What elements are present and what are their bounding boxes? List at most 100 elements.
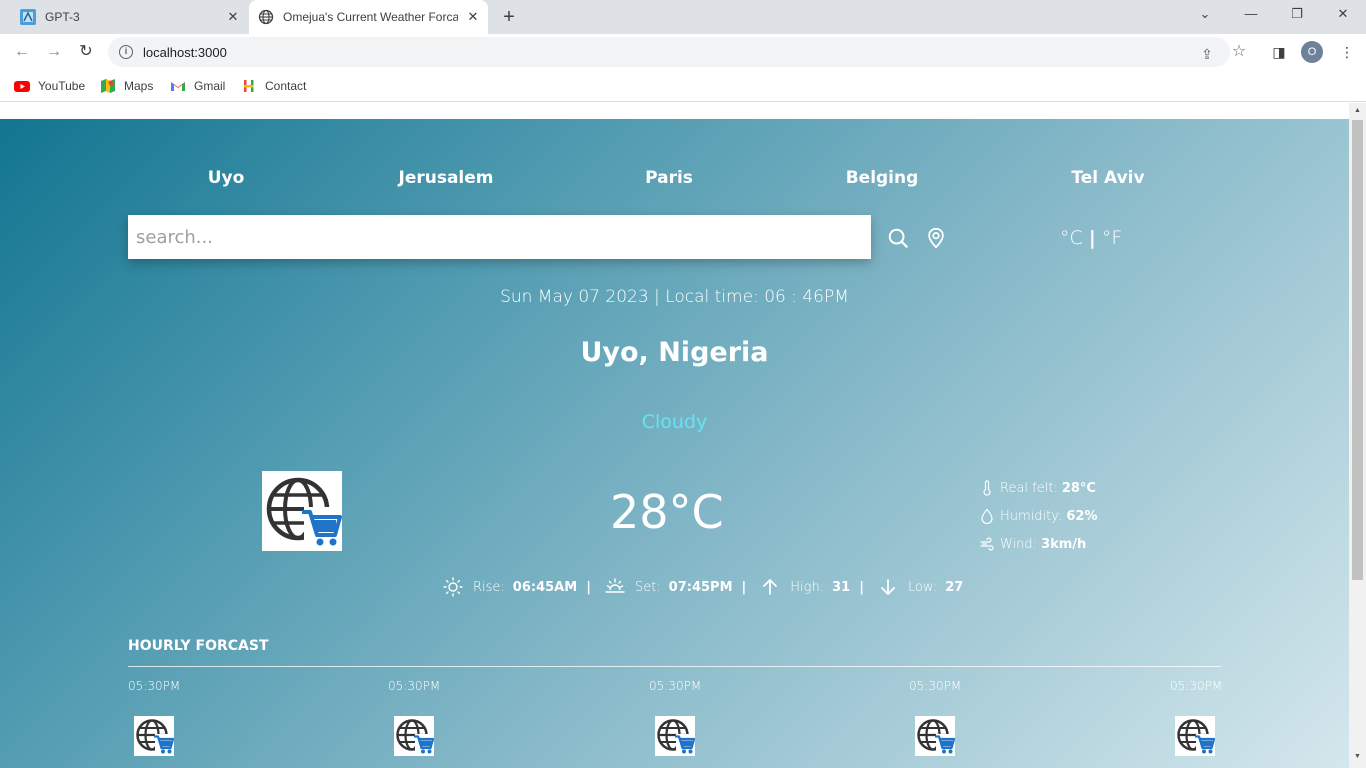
low-value: 27 bbox=[945, 579, 964, 595]
tab-close-icon[interactable]: ✕ bbox=[466, 10, 480, 24]
globe-cart-weather-icon bbox=[262, 471, 342, 551]
hourly-divider bbox=[128, 666, 1221, 667]
bookmark-contact[interactable]: Contact bbox=[241, 76, 306, 96]
minimize-icon[interactable]: — bbox=[1240, 6, 1262, 26]
browser-tab-strip: GPT-3 ✕ Omejua's Current Weather Forcast… bbox=[0, 0, 1366, 34]
current-temperature: 28°C bbox=[610, 485, 724, 539]
hourly-time: 05:30PM bbox=[1170, 679, 1223, 693]
separator: | bbox=[741, 579, 747, 595]
sunset-value: 07:45PM bbox=[668, 579, 733, 595]
gmail-icon bbox=[171, 82, 185, 91]
share-icon[interactable]: ⇪ bbox=[1199, 46, 1215, 62]
scrollbar-thumb[interactable] bbox=[1352, 120, 1363, 580]
contact-icon bbox=[244, 80, 254, 92]
detail-row-humidity: Humidity: 62% bbox=[979, 502, 1098, 530]
city-link-paris[interactable]: Paris bbox=[645, 168, 693, 188]
detail-value: 62% bbox=[1066, 508, 1098, 524]
celsius-button[interactable]: °C bbox=[1060, 227, 1083, 249]
unit-separator: | bbox=[1088, 227, 1096, 249]
detail-value: 3km/h bbox=[1041, 536, 1087, 552]
bookmarks-bar: YouTube Maps Gmail Contact bbox=[0, 70, 1366, 102]
reload-icon[interactable]: ↻ bbox=[76, 42, 96, 62]
detail-row-real-felt: Real felt: 28°C bbox=[979, 474, 1098, 502]
profile-avatar[interactable]: O bbox=[1301, 41, 1323, 63]
hourly-weather-icon bbox=[655, 716, 695, 756]
hourly-time: 05:30PM bbox=[909, 679, 962, 693]
hourly-forecast-title: HOURLY FORCAST bbox=[128, 638, 269, 654]
sunset-label: Set: bbox=[634, 579, 661, 595]
tab-title: Omejua's Current Weather Forcast bbox=[283, 10, 458, 24]
hourly-weather-icon bbox=[394, 716, 434, 756]
tab-gpt3[interactable]: GPT-3 ✕ bbox=[12, 0, 248, 34]
location-title: Uyo, Nigeria bbox=[580, 337, 769, 368]
local-datetime: Sun May 07 2023 | Local time: 06 : 46PM bbox=[500, 287, 849, 307]
weather-condition: Cloudy bbox=[641, 411, 708, 433]
side-panel-icon[interactable]: ◨ bbox=[1271, 44, 1287, 60]
detail-label: Humidity: bbox=[1000, 508, 1063, 524]
detail-label: Real felt: bbox=[1000, 480, 1058, 496]
back-icon[interactable]: ← bbox=[12, 42, 32, 62]
low-label: Low: bbox=[907, 579, 938, 595]
tab-search-chevron-icon[interactable]: ⌄ bbox=[1194, 6, 1216, 26]
bookmark-maps[interactable]: Maps bbox=[100, 76, 153, 96]
window-close-icon[interactable]: ✕ bbox=[1332, 6, 1354, 26]
bookmark-label: YouTube bbox=[38, 79, 86, 93]
bookmark-youtube[interactable]: YouTube bbox=[14, 76, 85, 96]
unit-toggle: °C | °F bbox=[1060, 227, 1122, 249]
maps-icon bbox=[101, 79, 115, 93]
city-link-belging[interactable]: Belging bbox=[846, 168, 919, 188]
wind-icon bbox=[980, 537, 994, 551]
scroll-down-icon[interactable]: ▼ bbox=[1353, 753, 1362, 760]
high-value: 31 bbox=[832, 579, 851, 595]
fahrenheit-button[interactable]: °F bbox=[1102, 227, 1122, 249]
scroll-up-icon[interactable]: ▲ bbox=[1353, 107, 1362, 114]
sun-and-temp-range: Rise: 06:45AM | Set: 07:45PM | High: 31 … bbox=[443, 576, 963, 598]
location-pin-icon[interactable] bbox=[925, 227, 947, 249]
forward-icon[interactable]: → bbox=[44, 42, 64, 62]
hourly-weather-icon bbox=[915, 716, 955, 756]
address-bar: ← → ↻ i localhost:3000 ⇪ ☆ ◨ O ⋮ bbox=[0, 34, 1366, 70]
weather-app: Uyo Jerusalem Paris Belging Tel Aviv °C … bbox=[0, 119, 1349, 768]
gpt3-favicon-icon bbox=[20, 9, 36, 25]
bookmark-label: Maps bbox=[124, 79, 154, 93]
arrow-up-icon bbox=[763, 579, 778, 595]
detail-row-wind: Wind: 3km/h bbox=[979, 530, 1098, 558]
page-scrollbar[interactable]: ▲ ▼ bbox=[1349, 103, 1366, 768]
tab-title: GPT-3 bbox=[45, 10, 80, 24]
high-label: High: bbox=[790, 579, 825, 595]
arrow-down-icon bbox=[881, 579, 895, 595]
tab-close-icon[interactable]: ✕ bbox=[226, 10, 240, 24]
url-text[interactable]: localhost:3000 bbox=[143, 45, 227, 60]
hourly-time: 05:30PM bbox=[388, 679, 441, 693]
bookmark-star-icon[interactable]: ☆ bbox=[1231, 44, 1247, 60]
search-input[interactable] bbox=[128, 215, 871, 259]
thermometer-icon bbox=[983, 480, 991, 496]
detail-label: Wind: bbox=[1000, 536, 1038, 552]
tab-weather[interactable]: Omejua's Current Weather Forcast ✕ bbox=[249, 0, 488, 34]
city-link-uyo[interactable]: Uyo bbox=[208, 168, 245, 188]
detail-value: 28°C bbox=[1061, 480, 1096, 496]
sunrise-label: Rise: bbox=[473, 579, 505, 595]
search-icon[interactable] bbox=[887, 227, 909, 249]
city-link-jerusalem[interactable]: Jerusalem bbox=[398, 168, 493, 188]
sunset-icon bbox=[605, 578, 625, 593]
sunrise-icon bbox=[443, 577, 463, 597]
hourly-time: 05:30PM bbox=[649, 679, 702, 693]
separator: | bbox=[586, 579, 591, 595]
bookmark-label: Gmail bbox=[194, 79, 226, 93]
city-link-tel-aviv[interactable]: Tel Aviv bbox=[1071, 168, 1144, 188]
restore-icon[interactable]: ❐ bbox=[1286, 6, 1308, 26]
city-quick-links: Uyo Jerusalem Paris Belging Tel Aviv bbox=[0, 168, 1349, 192]
bookmark-gmail[interactable]: Gmail bbox=[170, 76, 225, 96]
hourly-weather-icon bbox=[134, 716, 174, 756]
sunrise-value: 06:45AM bbox=[512, 579, 578, 595]
menu-kebab-icon[interactable]: ⋮ bbox=[1339, 44, 1355, 60]
hourly-weather-icon bbox=[1175, 716, 1215, 756]
droplet-icon bbox=[981, 508, 993, 524]
omnibox[interactable]: i localhost:3000 ⇪ ☆ bbox=[108, 37, 1246, 67]
globe-favicon-icon bbox=[258, 9, 274, 25]
weather-details: Real felt: 28°C Humidity: 62% Wind: 3km/… bbox=[979, 474, 1098, 558]
new-tab-icon[interactable]: + bbox=[498, 6, 520, 28]
site-info-icon[interactable]: i bbox=[119, 45, 133, 59]
youtube-icon bbox=[14, 81, 30, 92]
